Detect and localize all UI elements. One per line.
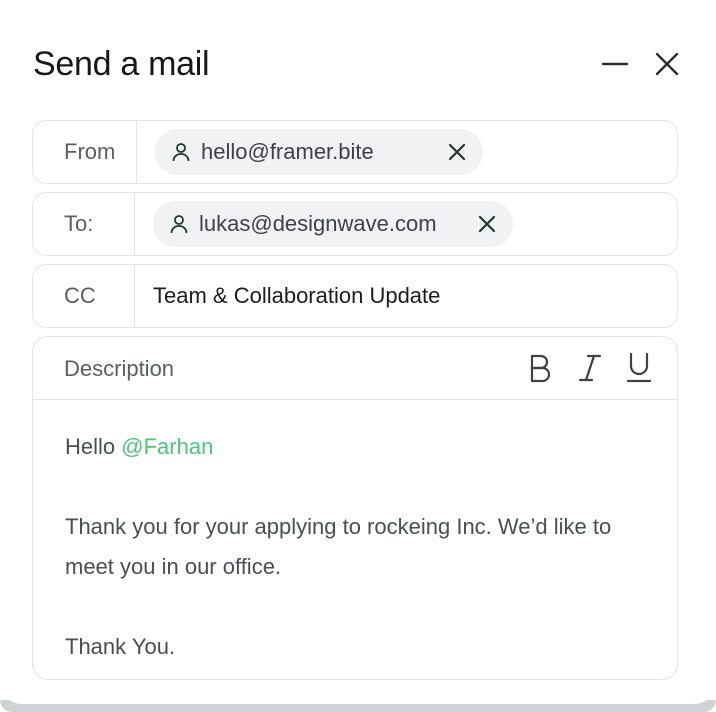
person-icon [169,140,193,164]
remove-to-chip-icon[interactable] [477,214,497,234]
greeting-line: Hello @Farhan [65,427,649,467]
bold-button[interactable] [523,351,557,385]
to-field[interactable]: lukas@designwave.com [135,193,677,255]
to-row: To: lukas@designwave.com [32,192,678,256]
cc-label: CC [33,265,135,327]
cc-value: Team & Collaboration Update [153,283,441,308]
from-label: From [33,121,137,183]
description-header: Description [33,337,677,400]
description-label: Description [64,356,175,381]
mention-tag[interactable]: @Farhan [121,434,213,459]
minimize-button[interactable] [599,48,631,80]
from-email: hello@framer.bite [201,139,374,164]
description-box: Description Hello @Farhan Thank you for … [32,336,678,680]
underline-icon [626,352,652,383]
from-field[interactable]: hello@framer.bite [137,121,677,183]
close-button[interactable] [651,48,683,80]
person-icon [167,212,191,236]
signoff-text: Thank You. [65,634,176,659]
dialog-header: Send a mail [33,40,683,90]
dialog-title: Send a mail [33,45,210,83]
description-body[interactable]: Hello @Farhan Thank you for your applyin… [65,427,649,667]
italic-icon [578,354,602,382]
cc-field[interactable]: Team & Collaboration Update [135,265,677,327]
italic-button[interactable] [573,351,607,385]
cc-row: CC Team & Collaboration Update [32,264,678,328]
remove-from-chip-icon[interactable] [447,142,467,162]
greeting-text: Hello [65,434,116,459]
close-icon [655,52,679,76]
from-row: From hello@framer.bite [32,120,678,184]
bold-icon [530,354,551,383]
underline-button[interactable] [622,351,656,385]
body-text: Thank you for your applying to rockeing … [65,514,612,579]
minus-icon [601,62,629,66]
send-mail-dialog: Send a mail From hello@framer.bite To: l… [0,0,716,704]
to-email: lukas@designwave.com [199,211,437,236]
from-chip[interactable]: hello@framer.bite [155,129,483,175]
to-chip[interactable]: lukas@designwave.com [153,201,513,247]
to-label: To: [33,193,135,255]
